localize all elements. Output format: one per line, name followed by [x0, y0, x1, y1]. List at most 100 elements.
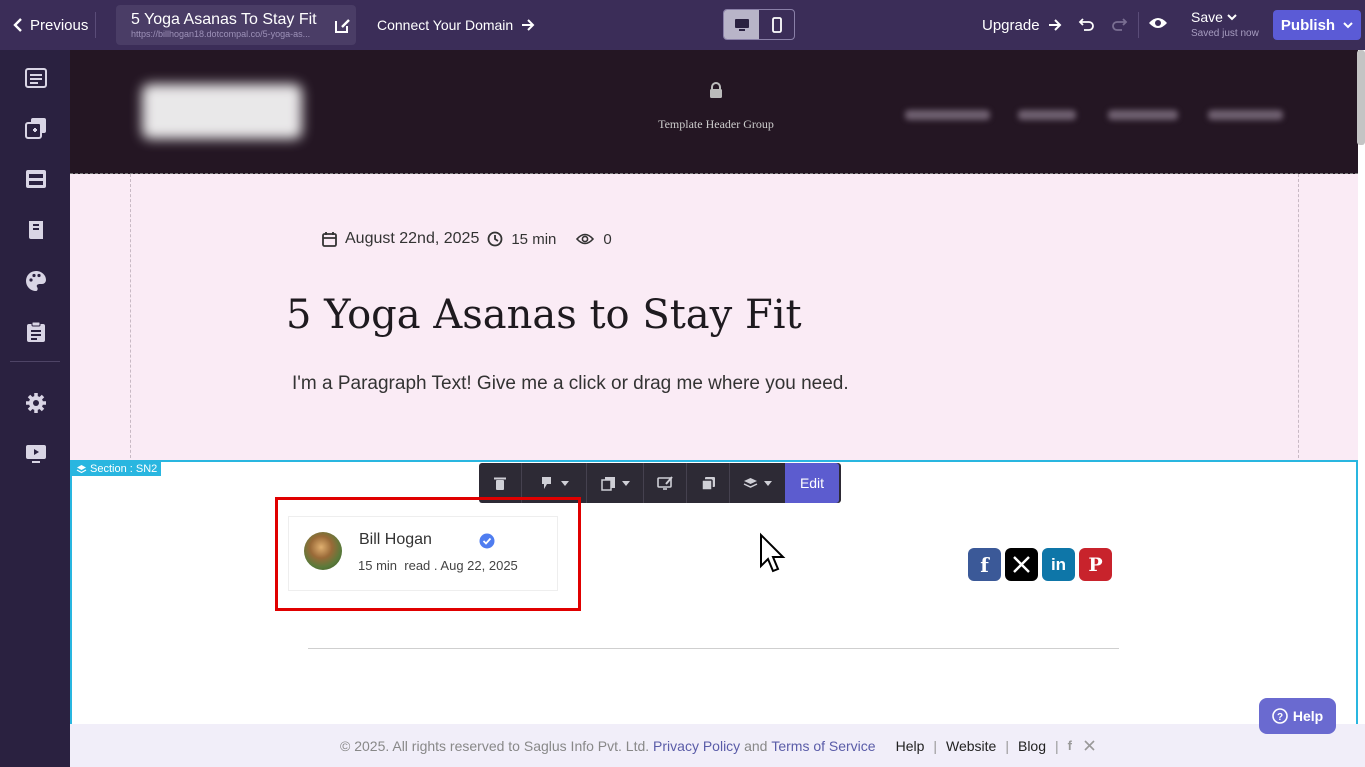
duplicate-dropdown-button[interactable] [587, 463, 644, 503]
divider-line [308, 648, 1119, 649]
footer-copyright: © 2025. All rights reserved to Saglus In… [340, 737, 650, 754]
upgrade-button[interactable]: Upgrade [982, 15, 1062, 35]
connect-domain-label: Connect Your Domain [377, 17, 514, 33]
arrow-right-icon [522, 19, 535, 31]
copy-layout-icon [600, 476, 615, 491]
template-header[interactable]: Template Header Group [70, 50, 1358, 174]
footer-separator: | [933, 737, 938, 754]
clock-icon [487, 231, 503, 247]
settings-icon[interactable] [24, 391, 48, 415]
meta-row: August 22nd, 2025 15 min 0 [322, 230, 612, 248]
footer-and: and [744, 737, 768, 754]
post-title[interactable]: 5 Yoga Asanas to Stay Fit [286, 292, 802, 338]
blurred-nav [1018, 110, 1076, 120]
left-sidebar [0, 50, 70, 767]
mobile-view-button[interactable] [759, 10, 794, 39]
trash-icon [494, 477, 506, 490]
arrow-right-icon [1048, 19, 1061, 31]
clipboard-icon[interactable] [24, 320, 48, 344]
copy-icon [700, 476, 715, 491]
palette-icon[interactable] [24, 269, 48, 293]
previous-button[interactable]: Previous [12, 15, 88, 35]
pages-list-icon[interactable] [24, 66, 48, 90]
footer-blog-link[interactable]: Blog [1018, 738, 1046, 754]
chevron-down-icon [1343, 22, 1353, 29]
caret-down-icon [764, 480, 772, 486]
calendar-icon [322, 232, 337, 247]
layers-dropdown-button[interactable] [730, 463, 785, 503]
paint-icon [541, 476, 551, 489]
footer-facebook-icon[interactable]: f [1068, 738, 1072, 753]
device-toggle [723, 9, 795, 40]
chevron-down-icon [1227, 14, 1237, 21]
section-label: Section : SN2 [72, 462, 162, 476]
linkedin-icon: in [1050, 554, 1067, 574]
book-icon[interactable] [24, 218, 48, 242]
footer-x-icon[interactable] [1084, 740, 1095, 751]
terms-of-service-link[interactable]: Terms of Service [771, 738, 875, 754]
footer-separator: | [1005, 737, 1009, 754]
facebook-share-button[interactable]: f [968, 548, 1001, 581]
author-name: Bill Hogan [359, 531, 432, 548]
copy-button[interactable] [687, 463, 730, 503]
preview-monitor-icon[interactable] [24, 442, 48, 466]
lock-icon [710, 82, 722, 98]
footer-website-link[interactable]: Website [946, 738, 996, 754]
add-element-icon[interactable] [24, 116, 48, 140]
blurred-nav [1208, 110, 1283, 120]
question-circle-icon: ? [1272, 708, 1288, 724]
divider [1138, 12, 1139, 38]
page-url: https://billhogan18.dotcompal.co/5-yoga-… [131, 29, 311, 39]
divider [95, 12, 96, 38]
eye-icon [576, 233, 595, 245]
page-title: 5 Yoga Asanas To Stay Fit [131, 11, 317, 28]
eye-preview-icon[interactable] [1148, 15, 1168, 31]
post-read-time: 15 min [511, 230, 557, 248]
post-date: August 22nd, 2025 [345, 230, 480, 247]
author-read-word: read [404, 558, 431, 573]
post-paragraph[interactable]: I'm a Paragraph Text! Give me a click or… [292, 373, 849, 395]
desktop-icon [734, 18, 749, 31]
pinterest-icon: P [1088, 553, 1103, 576]
footer: © 2025. All rights reserved to Saglus In… [70, 724, 1365, 767]
section-layout-icon[interactable] [24, 167, 48, 191]
save-status: Saved just now [1191, 28, 1259, 39]
scrollbar[interactable] [1357, 50, 1365, 145]
author-read-time: 15 min [358, 558, 398, 573]
edit-button[interactable]: Edit [785, 463, 839, 503]
blurred-nav [905, 110, 990, 120]
avatar [304, 532, 342, 570]
author-meta: 15 min read . Aug 22, 2025 [358, 558, 518, 573]
verified-badge-icon [479, 533, 495, 549]
blog-hero-section[interactable]: August 22nd, 2025 15 min 0 5 Yoga Asanas… [70, 174, 1358, 460]
caret-down-icon [621, 480, 630, 486]
previous-label: Previous [30, 16, 89, 34]
mouse-cursor-icon [760, 532, 786, 573]
undo-icon[interactable] [1078, 16, 1096, 32]
pinterest-share-button[interactable]: P [1079, 548, 1112, 581]
privacy-policy-link[interactable]: Privacy Policy [653, 738, 740, 754]
save-dropdown[interactable]: Save Saved just now [1191, 9, 1261, 43]
help-button[interactable]: ? Help [1259, 698, 1336, 734]
post-views: 0 [603, 230, 612, 248]
blurred-logo [142, 84, 302, 139]
connect-domain-button[interactable]: Connect Your Domain [377, 15, 535, 35]
author-card[interactable]: Bill Hogan 15 min read . Aug 22, 2025 [288, 516, 558, 591]
author-date: . Aug 22, 2025 [433, 558, 518, 573]
desktop-view-button[interactable] [724, 10, 759, 39]
save-label: Save [1191, 9, 1223, 25]
edit-icon[interactable] [334, 17, 351, 34]
footer-separator: | [1055, 737, 1059, 754]
caret-down-icon [560, 480, 569, 486]
redo-icon[interactable] [1110, 16, 1128, 32]
design-settings-button[interactable] [644, 463, 687, 503]
mobile-icon [771, 16, 782, 33]
publish-button[interactable]: Publish [1273, 10, 1361, 40]
editor-canvas: Template Header Group August 22nd, 2025 … [70, 50, 1365, 767]
facebook-icon: f [980, 552, 989, 577]
x-share-button[interactable] [1005, 548, 1038, 581]
layers-icon [76, 464, 87, 473]
footer-help-link[interactable]: Help [896, 738, 925, 754]
linkedin-share-button[interactable]: in [1042, 548, 1075, 581]
page-title-box[interactable]: 5 Yoga Asanas To Stay Fit https://billho… [116, 5, 356, 45]
